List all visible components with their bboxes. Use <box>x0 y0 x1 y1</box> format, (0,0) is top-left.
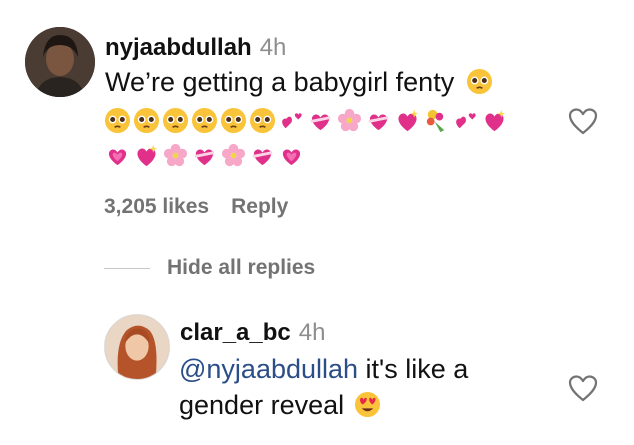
avatar[interactable] <box>104 314 170 380</box>
heart-eyes-icon <box>354 391 381 418</box>
mention-link[interactable]: @nyjaabdullah <box>179 354 358 384</box>
cherry-blossom-icon <box>220 142 247 169</box>
two-hearts-icon <box>278 107 305 134</box>
username-text[interactable]: clar_a_bc <box>180 319 291 346</box>
two-hearts-icon <box>452 107 479 134</box>
sparkling-heart-icon <box>481 107 508 134</box>
comment-username[interactable]: nyjaabdullah 4h <box>105 34 286 62</box>
comment-text-body: We’re getting a babygirl fenty <box>105 67 455 97</box>
emoji-row-2 <box>104 142 305 169</box>
like-heart-icon[interactable] <box>567 373 599 403</box>
heart-with-ribbon-icon <box>365 107 392 134</box>
likes-count[interactable]: 3,205 likes <box>104 195 209 219</box>
pleading-face-icon <box>162 107 189 134</box>
heart-with-ribbon-icon <box>191 142 218 169</box>
reply-username[interactable]: clar_a_bc 4h <box>180 319 325 347</box>
reply-text-line1: it's like a <box>358 354 469 384</box>
pleading-face-icon <box>466 68 493 95</box>
sparkling-heart-icon <box>394 107 421 134</box>
growing-heart-icon <box>104 142 131 169</box>
username-text[interactable]: nyjaabdullah <box>105 34 252 61</box>
cherry-blossom-icon <box>162 142 189 169</box>
sparkling-heart-icon <box>133 142 160 169</box>
cherry-blossom-icon <box>336 107 363 134</box>
replies-divider <box>104 268 150 269</box>
heart-with-ribbon-icon <box>307 107 334 134</box>
pleading-face-icon <box>220 107 247 134</box>
bouquet-icon <box>423 107 450 134</box>
growing-heart-icon <box>278 142 305 169</box>
pleading-face-icon <box>133 107 160 134</box>
reply-time: 4h <box>298 319 326 346</box>
reply-text-line2: gender reveal <box>179 390 345 420</box>
like-heart-icon[interactable] <box>567 106 599 136</box>
heart-with-ribbon-icon <box>249 142 276 169</box>
pleading-face-icon <box>191 107 218 134</box>
comment-text: We’re getting a babygirl fenty <box>105 64 493 100</box>
reply-text: @nyjaabdullah it's like a gender reveal <box>179 351 468 423</box>
pleading-face-icon <box>104 107 131 134</box>
emoji-row-1 <box>104 107 508 134</box>
avatar[interactable] <box>25 27 95 97</box>
pleading-face-icon <box>249 107 276 134</box>
comment-meta: 3,205 likes Reply <box>104 195 288 219</box>
reply-button[interactable]: Reply <box>231 195 288 219</box>
comment-time: 4h <box>259 34 287 61</box>
hide-replies-button[interactable]: Hide all replies <box>167 256 315 280</box>
